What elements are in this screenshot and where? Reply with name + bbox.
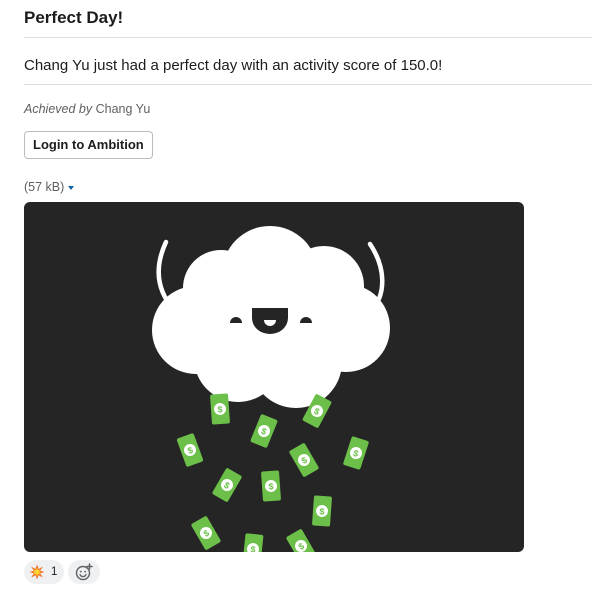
caret-down-icon[interactable] bbox=[68, 185, 75, 190]
achieved-name: Chang Yu bbox=[95, 102, 151, 116]
login-button[interactable]: Login to Ambition bbox=[24, 131, 153, 159]
add-reaction-icon bbox=[76, 563, 94, 581]
reaction-count: 1 bbox=[51, 566, 58, 578]
reaction-collision[interactable]: 1 bbox=[24, 560, 65, 584]
falling-money bbox=[176, 393, 370, 552]
collision-emoji-icon bbox=[29, 564, 45, 580]
divider bbox=[24, 37, 592, 38]
achieved-prefix: Achieved by bbox=[24, 102, 93, 116]
divider bbox=[24, 84, 592, 85]
money-raining-cloud-image: $ bbox=[152, 226, 390, 552]
achieved-by-line: Achieved by Chang Yu bbox=[24, 101, 150, 117]
add-reaction-button[interactable] bbox=[68, 560, 101, 584]
file-size-label: (57 kB) bbox=[24, 180, 65, 194]
card-title: Perfect Day! bbox=[24, 8, 124, 27]
file-size-toggle[interactable]: (57 kB) bbox=[24, 179, 75, 195]
card-message: Chang Yu just had a perfect day with an … bbox=[24, 57, 443, 74]
reactions-bar: 1 bbox=[24, 560, 101, 584]
attachment-image[interactable]: $ bbox=[24, 202, 524, 552]
message-card: Perfect Day! Chang Yu just had a perfect… bbox=[0, 0, 608, 593]
